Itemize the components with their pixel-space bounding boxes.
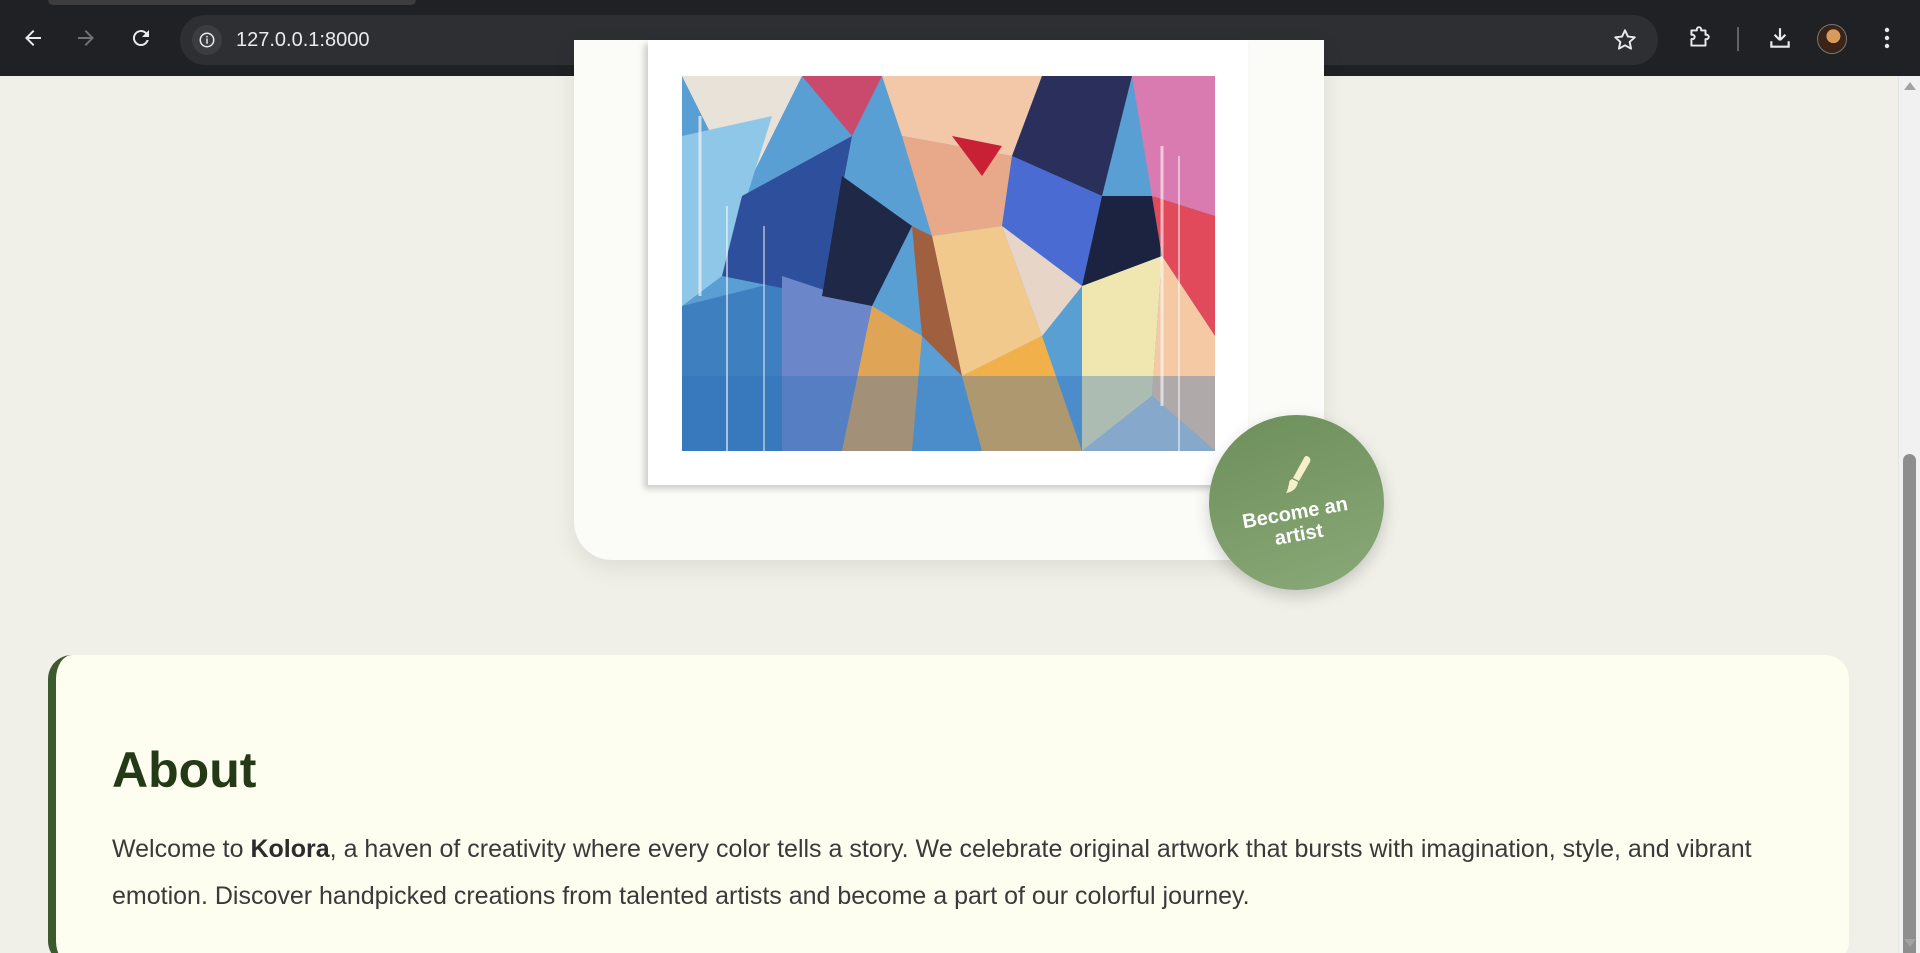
abstract-portrait-illustration <box>682 76 1215 451</box>
arrow-left-icon <box>25 30 41 46</box>
brand-name: Kolora <box>250 835 330 863</box>
about-section: About Welcome to Kolora, a haven of crea… <box>48 655 1849 953</box>
become-artist-label: Become an artist <box>1240 492 1350 550</box>
star-icon[interactable] <box>1612 27 1638 53</box>
site-info-button[interactable] <box>192 25 222 55</box>
profile-avatar[interactable] <box>1817 24 1847 54</box>
about-text-intro: Welcome to <box>112 835 251 863</box>
back-button[interactable] <box>13 18 53 58</box>
download-icon <box>1770 28 1790 48</box>
forward-button[interactable] <box>66 18 106 58</box>
extensions-button[interactable] <box>1681 20 1717 56</box>
reload-icon <box>132 30 149 47</box>
browser-menu-button[interactable] <box>1869 20 1905 56</box>
scrollbar-thumb[interactable] <box>1903 454 1916 953</box>
about-title: About <box>112 742 257 798</box>
url-text[interactable]: 127.0.0.1:8000 <box>236 29 369 52</box>
toolbar-divider <box>1737 27 1739 51</box>
puzzle-icon <box>1690 26 1710 47</box>
scroll-up-arrow[interactable] <box>1904 82 1916 90</box>
info-icon <box>199 32 215 48</box>
about-text-body: , a haven of creativity where every colo… <box>112 835 1752 910</box>
scroll-down-arrow[interactable] <box>1904 939 1916 947</box>
paintbrush-icon <box>1285 455 1310 493</box>
downloads-button[interactable] <box>1762 20 1798 56</box>
page-scrollbar[interactable] <box>1898 76 1920 953</box>
kebab-menu-icon <box>1884 27 1890 49</box>
become-artist-button[interactable]: Become an artist <box>1209 415 1384 590</box>
active-tab[interactable] <box>48 0 416 5</box>
about-description: Welcome to Kolora, a haven of creativity… <box>112 826 1812 920</box>
arrow-right-icon <box>78 30 94 46</box>
reload-button[interactable] <box>121 18 161 58</box>
featured-artwork-image[interactable] <box>682 76 1215 451</box>
